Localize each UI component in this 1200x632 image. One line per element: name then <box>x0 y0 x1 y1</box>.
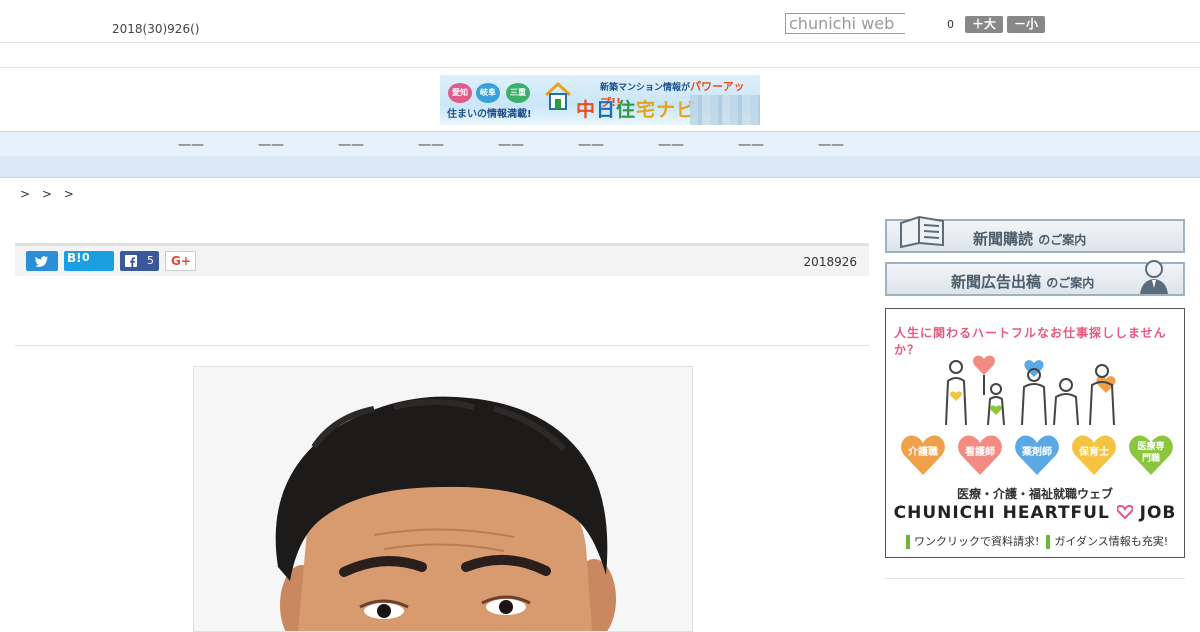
article-date: 2018926 <box>803 255 857 269</box>
heart-badge-kaigo: 介護職 <box>900 433 946 477</box>
hatena-icon: B! <box>67 251 82 265</box>
house-icon <box>544 81 572 110</box>
advertising-info-button[interactable]: 新聞広告出稿 のご案内 <box>885 260 1185 296</box>
nav-item[interactable]: 一一 <box>818 135 844 154</box>
header-divider <box>0 67 1200 68</box>
breadcrumb[interactable]: > > > <box>20 187 78 201</box>
article-photo <box>193 366 693 632</box>
share-bar: B! 0 5 G+ 2018926 <box>15 243 869 276</box>
advertising-label: 新聞広告出稿 のご案内 <box>951 273 1095 291</box>
banner-tag-mie: 三重 <box>506 83 530 103</box>
twitter-share-button[interactable] <box>26 251 58 271</box>
font-size-indicator: 0 <box>947 18 954 31</box>
global-nav: 一一 一一 一一 一一 一一 一一 一一 一一 一一 <box>0 131 1200 157</box>
facebook-icon <box>125 255 137 267</box>
banner-cityscape <box>690 95 760 125</box>
banner-brand: 中日住宅ナビ <box>576 99 697 121</box>
nav-item[interactable]: 一一 <box>258 135 284 154</box>
facebook-count: 5 <box>147 254 154 267</box>
nav-item[interactable]: 一一 <box>498 135 524 154</box>
nav-item[interactable]: 一一 <box>338 135 364 154</box>
google-plus-share-button[interactable]: G+ <box>165 251 196 271</box>
heart-badge-kangoshi: 看護師 <box>957 433 1003 477</box>
article-divider <box>15 345 869 346</box>
nav-item[interactable]: 一一 <box>418 135 444 154</box>
font-smaller-button[interactable]: －小 <box>1007 16 1045 33</box>
banner-tag-aichi: 愛知 <box>448 83 472 103</box>
sidebar-divider <box>885 578 1185 579</box>
housing-navi-banner[interactable]: 愛知 岐阜 三重 住まいの情報満載! 新築マンション情報がパワーアップ!! 中日… <box>440 75 760 125</box>
heart-badge-hoikushi: 保育士 <box>1071 433 1117 477</box>
facebook-share-button[interactable]: 5 <box>120 251 159 271</box>
portrait-image <box>194 367 692 631</box>
nav-item[interactable]: 一一 <box>578 135 604 154</box>
heartful-job-ad[interactable]: 人生に関わるハートフルなお仕事探ししませんか？ 介護職 看護師 薬剤師 保育士 <box>885 308 1185 558</box>
hatena-count: 0 <box>82 251 90 264</box>
heart-icon <box>1116 504 1134 520</box>
sub-nav <box>0 156 1200 178</box>
newspaper-icon <box>900 215 944 249</box>
heart-badge-iryou: 医療専門職 <box>1128 433 1174 477</box>
hatena-bookmark-button[interactable]: B! 0 <box>64 251 114 271</box>
subscription-label: 新聞購読 のご案内 <box>973 230 1087 248</box>
search-input[interactable]: chunichi web <box>785 13 905 34</box>
person-icon <box>1140 260 1168 294</box>
heart-badge-yakuzaishi: 薬剤師 <box>1014 433 1060 477</box>
current-date: 2018(30)926() <box>112 22 200 36</box>
banner-subtitle: 住まいの情報満載! <box>447 109 532 120</box>
nav-item[interactable]: 一一 <box>738 135 764 154</box>
ad-subtitle: 医療・介護・福祉就職ウェブ <box>956 487 1113 501</box>
nav-item[interactable]: 一一 <box>178 135 204 154</box>
top-bar: 2018(30)926() chunichi web 0 ＋大 －小 <box>0 0 1200 43</box>
nav-item[interactable]: 一一 <box>658 135 684 154</box>
ad-brand: CHUNICHI HEARTFUL JOB <box>893 503 1177 523</box>
twitter-icon <box>35 256 48 267</box>
subscription-info-button[interactable]: 新聞購読 のご案内 <box>885 215 1185 253</box>
google-plus-icon: G+ <box>171 254 191 268</box>
family-illustration <box>945 355 1116 426</box>
font-bigger-button[interactable]: ＋大 <box>965 16 1003 33</box>
ad-notes: ワンクリックで資料請求! ガイダンス情報も充実! <box>906 533 1168 549</box>
banner-tag-gifu: 岐阜 <box>476 83 500 103</box>
